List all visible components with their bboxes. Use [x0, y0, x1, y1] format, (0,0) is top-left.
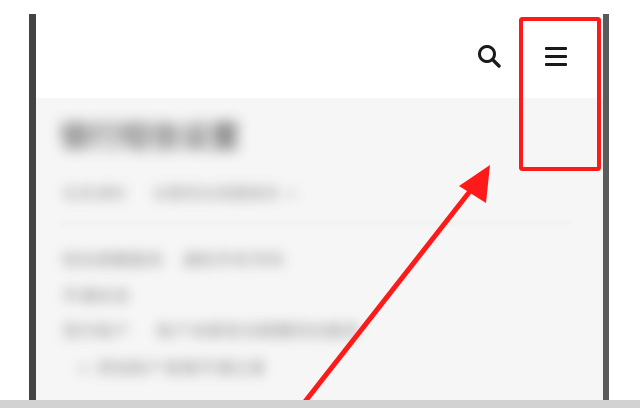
phone-screen: 银行短信设置 信息通知 设置短信提醒服务 > 短信提醒服务 通知手机号码 开通状… [36, 14, 603, 408]
list-item-label: 短信提醒服务 [62, 251, 164, 271]
meta-label: 信息通知 [62, 184, 127, 203]
meta-link[interactable]: 设置短信提醒服务 > [152, 180, 299, 204]
device-frame-right-edge [603, 14, 609, 408]
hamburger-menu-button[interactable] [536, 40, 576, 74]
search-icon [478, 45, 501, 68]
device-frame-left-edge [29, 14, 36, 408]
screenshot-stage: 银行短信设置 信息通知 设置短信提醒服务 > 短信提醒服务 通知手机号码 开通状… [0, 0, 640, 408]
hamburger-menu-icon [545, 47, 567, 66]
bottom-edge-band [0, 400, 640, 408]
section-divider [60, 222, 570, 224]
list-item-value: 通知手机号码 [182, 251, 284, 271]
add-account-link[interactable]: + 添加账户 [76, 354, 164, 379]
page-title: 银行短信设置 [60, 120, 240, 155]
search-button[interactable] [473, 40, 505, 72]
top-app-bar [36, 14, 603, 98]
view-records-link[interactable]: 查看开通记录 [164, 354, 266, 379]
list-item-label: 开通状态 [62, 287, 130, 307]
list-item-label: 签约账户 [62, 322, 130, 342]
list-item-value: 账户余额变动提醒短信服务 [156, 322, 360, 342]
